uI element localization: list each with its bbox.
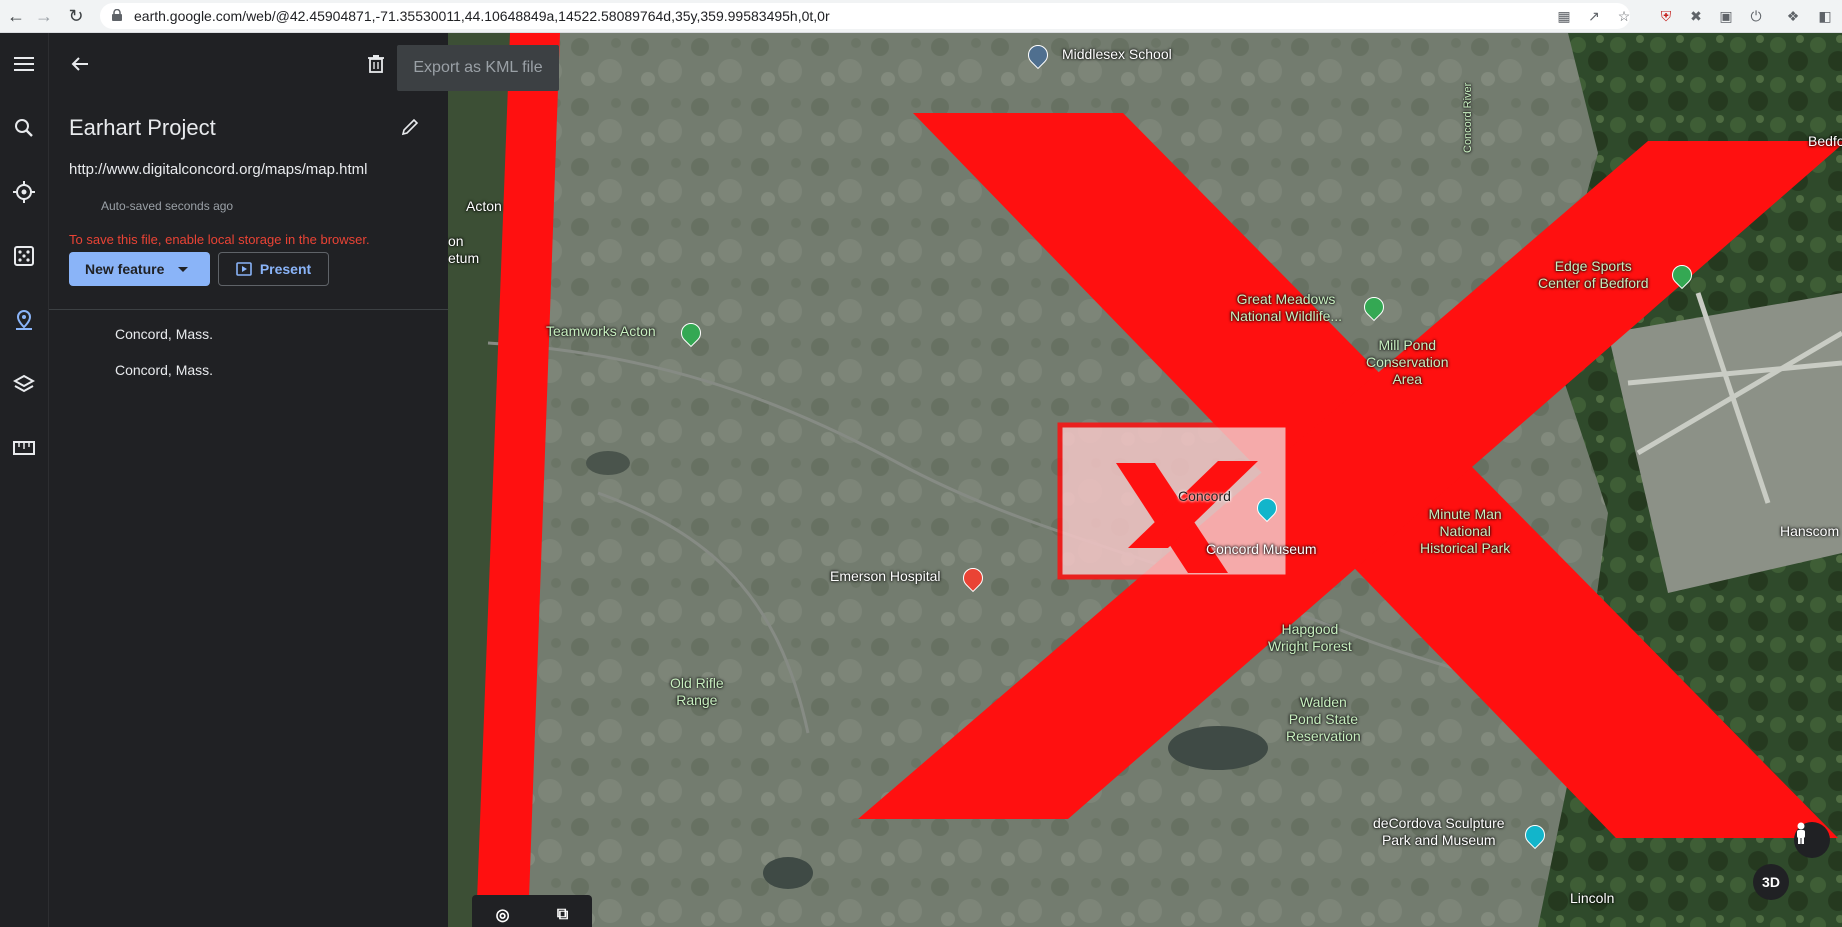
autosave-status: Auto-saved seconds ago — [101, 199, 234, 213]
bookmark-star-icon[interactable]: ☆ — [1613, 5, 1635, 27]
site-settings-icon[interactable]: ▦ — [1553, 5, 1575, 27]
map-label-acton[interactable]: Acton — [466, 198, 502, 215]
map-label-teamworks-acton[interactable]: Teamworks Acton — [546, 323, 656, 340]
map-label-concord-river: Concord River — [1462, 82, 1474, 153]
address-bar[interactable]: earth.google.com/web/@42.45904871,-71.35… — [100, 3, 1630, 29]
map-label-middlesex-school[interactable]: Middlesex School — [1062, 46, 1172, 63]
edit-pencil-icon[interactable] — [394, 111, 426, 143]
measure-path-icon[interactable]: ⧉ — [557, 906, 568, 924]
map-label-partial-museum[interactable]: on etum — [448, 233, 479, 267]
trash-icon[interactable] — [360, 48, 392, 80]
map-label-decordova[interactable]: deCordova Sculpture Park and Museum — [1373, 815, 1505, 849]
map-imagery — [448, 33, 1842, 927]
voyager-icon[interactable] — [8, 176, 40, 208]
map-label-lincoln[interactable]: Lincoln — [1570, 890, 1614, 907]
map-label-hapgood[interactable]: Hapgood Wright Forest — [1268, 621, 1352, 655]
ublock-icon[interactable]: ⛨ — [1655, 5, 1677, 27]
share-icon[interactable]: ↗ — [1583, 5, 1605, 27]
forward-arrow-icon[interactable]: → — [32, 4, 56, 28]
picture-in-picture-icon[interactable]: ▣ — [1715, 5, 1737, 27]
slideshow-icon — [236, 262, 252, 276]
map-label-walden-pond[interactable]: Walden Pond State Reservation — [1286, 694, 1361, 745]
project-panel: Earhart Project http://www.digitalconcor… — [48, 33, 449, 927]
earth-map-view[interactable]: Middlesex School Acton on etum Teamworks… — [448, 33, 1842, 927]
map-label-hanscom[interactable]: Hanscom — [1780, 523, 1839, 540]
map-label-emerson-hospital[interactable]: Emerson Hospital — [830, 568, 941, 585]
export-kml-tooltip[interactable]: Export as KML file — [397, 45, 559, 91]
side-panel-icon[interactable]: ◧ — [1814, 5, 1836, 27]
feeling-lucky-dice-icon[interactable] — [8, 240, 40, 272]
map-label-edge-sports[interactable]: Edge Sports Center of Bedford — [1538, 258, 1649, 292]
panel-divider — [49, 309, 449, 310]
menu-icon[interactable] — [8, 48, 40, 80]
feature-item[interactable]: Concord, Mass. — [115, 326, 213, 342]
map-label-minute-man[interactable]: Minute Man National Historical Park — [1420, 506, 1510, 557]
back-arrow-icon[interactable] — [64, 48, 96, 80]
toggle-3d-button[interactable]: 3D — [1753, 864, 1789, 900]
browser-toolbar: ← → ↻ earth.google.com/web/@42.45904871,… — [0, 0, 1842, 33]
map-style-layers-icon[interactable] — [8, 368, 40, 400]
back-arrow-icon[interactable]: ← — [4, 4, 28, 28]
measure-ruler-icon[interactable] — [8, 432, 40, 464]
street-view-pegman-icon[interactable] — [1794, 822, 1830, 858]
tools-extension-icon[interactable]: ✖ — [1685, 5, 1707, 27]
feature-item[interactable]: Concord, Mass. — [115, 362, 213, 378]
power-icon[interactable]: ⏻ — [1745, 5, 1767, 27]
lock-icon — [112, 9, 122, 21]
present-label: Present — [259, 261, 312, 277]
reload-icon[interactable]: ↻ — [64, 4, 88, 28]
map-label-concord-museum[interactable]: Concord Museum — [1206, 541, 1317, 558]
project-link[interactable]: http://www.digitalconcord.org/maps/map.h… — [69, 161, 367, 178]
projects-icon[interactable] — [8, 304, 40, 336]
new-feature-button[interactable]: New feature — [69, 252, 210, 286]
left-navigation-rail — [0, 33, 48, 927]
map-bottom-toolbar: ◎ ⧉ — [472, 895, 592, 927]
extensions-puzzle-icon[interactable]: ❖ — [1782, 5, 1804, 27]
new-feature-label: New feature — [85, 261, 165, 277]
map-label-concord[interactable]: Concord — [1178, 488, 1231, 505]
present-button[interactable]: Present — [218, 252, 329, 286]
map-label-great-meadows[interactable]: Great Meadows National Wildlife... — [1230, 291, 1342, 325]
storage-warning: To save this file, enable local storage … — [69, 232, 370, 247]
url-text: earth.google.com/web/@42.45904871,-71.35… — [134, 8, 830, 24]
map-label-bedford[interactable]: Bedfo — [1808, 133, 1842, 150]
map-label-old-rifle-range[interactable]: Old Rifle Range — [670, 675, 724, 709]
project-title: Earhart Project — [69, 115, 216, 140]
map-label-mill-pond[interactable]: Mill Pond Conservation Area — [1366, 337, 1449, 388]
search-icon[interactable] — [8, 112, 40, 144]
dropdown-caret-icon — [178, 266, 189, 272]
my-location-icon[interactable]: ◎ — [496, 905, 510, 925]
